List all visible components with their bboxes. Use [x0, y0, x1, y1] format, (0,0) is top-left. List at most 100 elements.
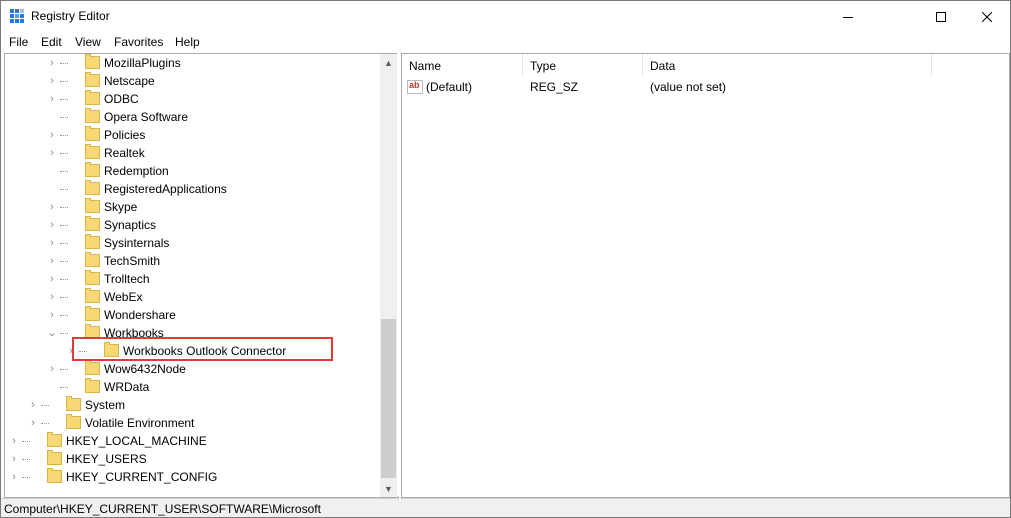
string-value-icon: ab — [407, 80, 423, 94]
menu-edit[interactable]: Edit — [41, 35, 62, 49]
menu-favorites[interactable]: Favorites — [114, 35, 163, 49]
folder-icon — [47, 432, 62, 447]
minimize-button[interactable] — [825, 1, 871, 32]
tree-item-label: Redemption — [104, 164, 169, 178]
chevron-right-icon[interactable]: › — [47, 273, 57, 285]
chevron-right-icon[interactable]: › — [47, 129, 57, 141]
tree-connector — [41, 405, 49, 407]
folder-icon — [85, 54, 100, 69]
chevron-right-icon[interactable]: › — [47, 147, 57, 159]
current-key-path: Computer\HKEY_CURRENT_USER\SOFTWARE\Micr… — [4, 502, 321, 516]
tree-item-label: Synaptics — [104, 218, 157, 232]
scroll-thumb[interactable] — [381, 319, 396, 478]
close-button[interactable] — [964, 1, 1010, 32]
chevron-right-icon[interactable]: › — [47, 255, 57, 267]
tree-item[interactable]: › Skype — [5, 198, 380, 216]
tree-item[interactable]: WRData — [5, 378, 380, 396]
title-bar[interactable]: Registry Editor — [1, 1, 1010, 32]
tree-item[interactable]: › Policies — [5, 126, 380, 144]
maximize-icon — [936, 11, 946, 22]
tree-connector — [22, 441, 30, 443]
tree-item-label: Skype — [104, 200, 138, 214]
registry-editor-window: Registry Editor File Edit View Favorites… — [0, 0, 1011, 518]
column-header-name[interactable]: Name — [402, 54, 522, 76]
chevron-right-icon[interactable]: › — [47, 201, 57, 213]
tree-item[interactable]: › TechSmith — [5, 252, 380, 270]
chevron-right-icon[interactable]: › — [47, 93, 57, 105]
menu-help[interactable]: Help — [175, 35, 200, 49]
tree-connector — [60, 297, 68, 299]
chevron-right-icon[interactable]: › — [47, 219, 57, 231]
tree-item[interactable]: › Volatile Environment — [5, 414, 380, 432]
values-list-pane[interactable]: Name Type Data ab (Default) REG_SZ (valu… — [401, 53, 1010, 498]
tree-item-label: Netscape — [104, 74, 155, 88]
tree-connector — [60, 207, 68, 209]
tree-item[interactable]: › HKEY_CURRENT_CONFIG — [5, 468, 380, 486]
column-divider[interactable] — [931, 54, 932, 76]
tree-item[interactable]: › Synaptics — [5, 216, 380, 234]
chevron-right-icon[interactable]: › — [47, 363, 57, 375]
chevron-down-icon[interactable]: ⌄ — [47, 327, 57, 339]
chevron-right-icon[interactable]: › — [47, 57, 57, 69]
menu-view[interactable]: View — [75, 35, 101, 49]
menu-bar: File Edit View Favorites Help — [1, 32, 1010, 52]
folder-icon — [47, 468, 62, 483]
tree-connector — [60, 189, 68, 191]
tree-connector — [60, 81, 68, 83]
folder-icon — [85, 288, 100, 303]
chevron-right-icon[interactable]: › — [9, 471, 19, 483]
tree-item[interactable]: RegisteredApplications — [5, 180, 380, 198]
tree-item-label: Volatile Environment — [85, 416, 195, 430]
chevron-right-icon[interactable]: › — [47, 309, 57, 321]
tree-item-label: HKEY_USERS — [66, 452, 147, 466]
tree-item[interactable]: › Sysinternals — [5, 234, 380, 252]
menu-file[interactable]: File — [9, 35, 28, 49]
chevron-right-icon[interactable]: › — [47, 291, 57, 303]
tree-item[interactable]: › Trolltech — [5, 270, 380, 288]
tree-item-label: MozillaPlugins — [104, 56, 181, 70]
tree-item[interactable]: › HKEY_USERS — [5, 450, 380, 468]
tree-item[interactable]: › Netscape — [5, 72, 380, 90]
tree-item[interactable]: › System — [5, 396, 380, 414]
chevron-right-icon[interactable]: › — [28, 417, 38, 429]
maximize-button[interactable] — [918, 1, 964, 32]
column-header-type[interactable]: Type — [523, 54, 642, 76]
tree-item-label: ODBC — [104, 92, 139, 106]
tree-item-label: WebEx — [104, 290, 143, 304]
chevron-right-icon[interactable]: › — [47, 237, 57, 249]
tree-connector — [60, 99, 68, 101]
folder-icon — [85, 360, 100, 375]
tree-item[interactable]: › Wow6432Node — [5, 360, 380, 378]
tree-connector — [41, 423, 49, 425]
tree-item[interactable]: › Wondershare — [5, 306, 380, 324]
tree-item[interactable]: › WebEx — [5, 288, 380, 306]
tree-item[interactable]: › ODBC — [5, 90, 380, 108]
folder-icon — [85, 90, 100, 105]
tree-item[interactable]: › MozillaPlugins — [5, 54, 380, 72]
folder-icon — [85, 180, 100, 195]
registry-tree-pane[interactable]: › MozillaPlugins › Netscape › ODBC Opera Softw… — [4, 53, 399, 498]
tree-item[interactable]: › HKEY_LOCAL_MACHINE — [5, 432, 380, 450]
tree-item[interactable]: Redemption — [5, 162, 380, 180]
chevron-right-icon[interactable]: › — [28, 399, 38, 411]
tree-connector — [60, 279, 68, 281]
chevron-right-icon[interactable]: › — [47, 75, 57, 87]
tree-connector — [60, 315, 68, 317]
tree-connector — [60, 243, 68, 245]
close-icon — [982, 11, 992, 22]
tree-connector — [60, 369, 68, 371]
folder-icon — [85, 198, 100, 213]
scroll-up-arrow-icon[interactable]: ▲ — [380, 54, 397, 71]
tree-item[interactable]: Opera Software — [5, 108, 380, 126]
chevron-right-icon[interactable]: › — [9, 435, 19, 447]
tree-connector — [60, 171, 68, 173]
folder-icon — [85, 378, 100, 393]
column-header-data[interactable]: Data — [643, 54, 931, 76]
tree-vertical-scrollbar[interactable]: ▲ ▼ — [380, 54, 397, 497]
scroll-down-arrow-icon[interactable]: ▼ — [380, 480, 397, 497]
folder-icon — [85, 252, 100, 267]
tree-item-label: HKEY_LOCAL_MACHINE — [66, 434, 207, 448]
tree-connector — [60, 117, 68, 119]
tree-item[interactable]: › Realtek — [5, 144, 380, 162]
chevron-right-icon[interactable]: › — [9, 453, 19, 465]
